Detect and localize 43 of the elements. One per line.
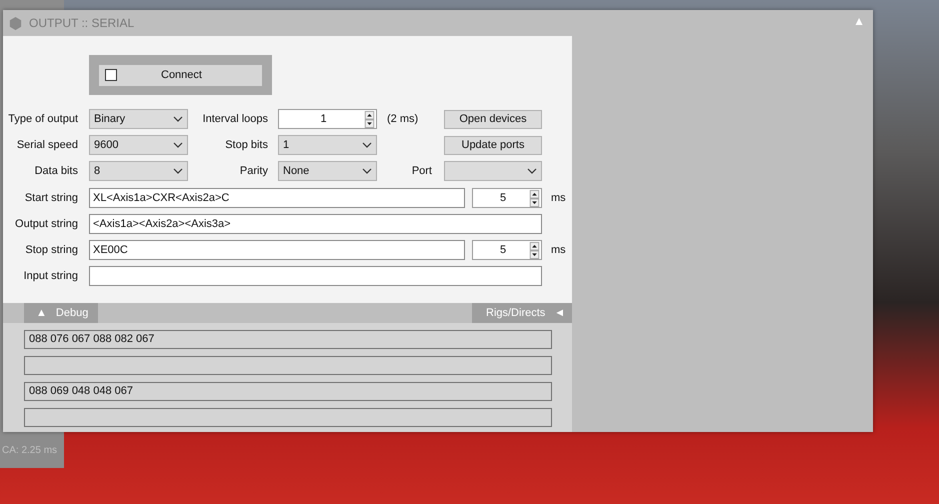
field-label: Start string <box>24 192 78 204</box>
field-label: Interval loops <box>202 113 268 125</box>
app-icon <box>8 16 23 30</box>
checkbox[interactable] <box>105 69 117 81</box>
chevron-down-icon <box>173 142 183 148</box>
unit-label: ms <box>551 192 566 204</box>
input-field[interactable]: XL<Axis1a>CXR<Axis2a>C <box>89 188 465 208</box>
field-label: Parity <box>238 165 268 177</box>
dropdown[interactable]: 9600 <box>89 135 188 155</box>
chevron-down-icon <box>362 168 372 174</box>
number-field[interactable]: 1 <box>278 109 377 129</box>
spinner-arrows-icon[interactable] <box>529 190 540 206</box>
window-title: OUTPUT :: SERIAL <box>29 16 136 30</box>
field-label: Input string <box>22 270 78 282</box>
action-button[interactable]: Open devices <box>444 110 542 128</box>
connect-toggle[interactable]: Connect <box>99 64 262 86</box>
dropdown[interactable]: 1 <box>278 135 377 155</box>
spinner-arrows-icon[interactable] <box>364 110 375 128</box>
chevron-down-icon <box>362 142 372 148</box>
dropdown[interactable]: None <box>278 161 377 181</box>
chevron-down-icon <box>527 168 537 174</box>
number-field[interactable]: 5 <box>472 240 542 260</box>
spinner-arrows-icon[interactable] <box>529 242 540 258</box>
action-button[interactable]: Update ports <box>444 136 542 154</box>
field-label: Serial speed <box>16 139 78 151</box>
field-label: Stop string <box>24 244 78 256</box>
debug-output-field: 088 076 067 088 082 067 <box>24 330 552 349</box>
input-field[interactable] <box>89 266 542 286</box>
chevron-down-icon <box>173 168 183 174</box>
unit-label: ms <box>551 244 566 256</box>
input-field[interactable]: <Axis1a><Axis2a><Axis3a> <box>89 214 542 234</box>
debug-output-field: 088 069 048 048 067 <box>24 382 552 401</box>
dropdown[interactable]: 8 <box>89 161 188 181</box>
field-label: Output string <box>14 218 78 230</box>
dropdown[interactable]: Binary <box>89 109 188 129</box>
chevron-down-icon <box>173 116 183 122</box>
field-label: Stop bits <box>224 139 268 151</box>
interval-note: (2 ms) <box>386 113 420 125</box>
field-label: Data bits <box>34 165 78 177</box>
field-label: Port <box>410 165 432 177</box>
field-label: Type of output <box>7 113 78 125</box>
input-field[interactable]: XE00C <box>89 240 465 260</box>
number-field[interactable]: 5 <box>472 188 542 208</box>
